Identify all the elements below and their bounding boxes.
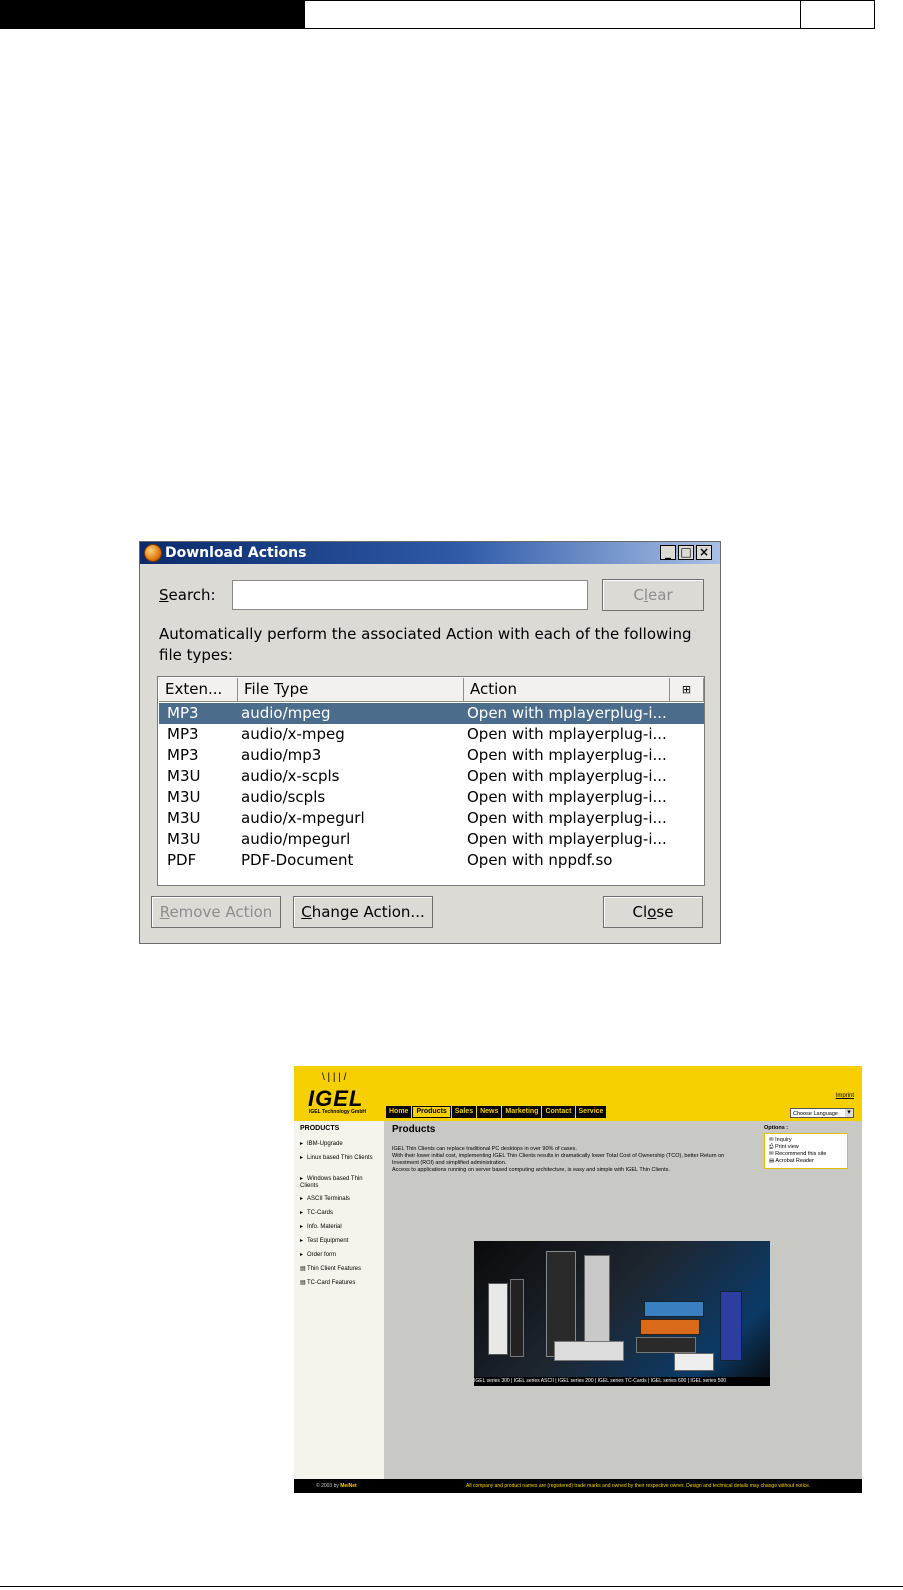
- igel-logo[interactable]: \ | | | / IGEL IGEL Technology GmbH: [308, 1072, 372, 1116]
- file-types-list[interactable]: Exten... File Type Action ⊞ MP3 audio/mp…: [157, 676, 705, 886]
- nav-marketing[interactable]: Marketing: [502, 1106, 542, 1118]
- sidebar-item-info-material[interactable]: ▸ Info. Material: [300, 1224, 380, 1231]
- intro-text: IGEL Thin Clients can replace traditiona…: [392, 1146, 725, 1173]
- minimize-button[interactable]: _: [660, 545, 676, 560]
- sidebar-item-ascii-terminals[interactable]: ▸ ASCII Terminals: [300, 1196, 380, 1203]
- search-label: Search:: [159, 586, 216, 604]
- nav-news[interactable]: News: [477, 1106, 502, 1118]
- header-box: [305, 0, 875, 29]
- sidebar-item-ibm-upgrade[interactable]: ▸ IBM-Upgrade: [300, 1141, 380, 1148]
- description-text: Automatically perform the associated Act…: [159, 625, 692, 664]
- website-nav: Home Products Sales News Marketing Conta…: [386, 1106, 607, 1118]
- thin-client-device: [644, 1301, 704, 1317]
- header-black-block: [0, 0, 305, 29]
- page-header: [0, 0, 876, 29]
- thin-client-device: [554, 1341, 624, 1361]
- sidebar-item-windows-thin-clients[interactable]: ▸ Windows based Thin Clients: [300, 1176, 380, 1190]
- sidebar-item-test-equipment[interactable]: ▸ Test Equipment: [300, 1238, 380, 1245]
- column-header-extension[interactable]: Exten...: [159, 678, 238, 702]
- download-actions-dialog: Download Actions _ □ × Search: Clear Aut…: [139, 541, 721, 944]
- page-footer-line: [0, 1586, 903, 1587]
- table-row[interactable]: M3U audio/x-mpegurl Open with mplayerplu…: [159, 808, 704, 829]
- column-header-file-type[interactable]: File Type: [238, 678, 464, 702]
- product-photo: IGEL series 300 | IGEL series ASCII | IG…: [474, 1241, 770, 1386]
- thin-client-device: [720, 1291, 742, 1361]
- photo-captions: IGEL series 300 | IGEL series ASCII | IG…: [474, 1377, 770, 1386]
- page-title: Products: [392, 1124, 436, 1135]
- nav-service[interactable]: Service: [575, 1106, 607, 1118]
- igel-website-screenshot: \ | | | / IGEL IGEL Technology GmbH Home…: [294, 1066, 862, 1493]
- nav-contact[interactable]: Contact: [542, 1106, 575, 1118]
- nav-sales[interactable]: Sales: [451, 1106, 477, 1118]
- header-separator: [800, 0, 801, 29]
- clear-button[interactable]: Clear: [602, 579, 704, 611]
- imprint-link[interactable]: Imprint: [836, 1093, 854, 1099]
- table-row[interactable]: M3U audio/scpls Open with mplayerplug-i.…: [159, 787, 704, 808]
- options-panel: Options : ✉ Inquiry ⎙ Print view ✉ Recom…: [764, 1125, 848, 1169]
- nav-home[interactable]: Home: [386, 1106, 412, 1118]
- thin-client-device: [488, 1283, 508, 1355]
- table-row[interactable]: MP3 audio/x-mpeg Open with mplayerplug-i…: [159, 724, 704, 745]
- table-row[interactable]: MP3 audio/mpeg Open with mplayerplug-i..…: [159, 703, 704, 724]
- thin-client-device: [674, 1353, 714, 1371]
- search-input[interactable]: [232, 580, 588, 610]
- website-sidebar: PRODUCTS ▸ IBM-Upgrade ▸ Linux based Thin …: [294, 1121, 384, 1479]
- thin-client-device: [640, 1319, 700, 1335]
- option-acrobat-reader[interactable]: ▤ Acrobat Reader: [769, 1158, 843, 1165]
- dialog-title: Download Actions: [165, 545, 307, 561]
- option-recommend[interactable]: ✉ Recommend this site: [769, 1151, 843, 1158]
- thin-client-device: [584, 1255, 610, 1355]
- option-inquiry[interactable]: ✉ Inquiry: [769, 1137, 843, 1144]
- sidebar-item-tc-card-features[interactable]: ▤TC-Card Features: [300, 1280, 380, 1287]
- table-row[interactable]: MP3 audio/mp3 Open with mplayerplug-i...: [159, 745, 704, 766]
- website-header: \ | | | / IGEL IGEL Technology GmbH Home…: [294, 1066, 862, 1121]
- thin-client-device: [636, 1337, 696, 1353]
- website-footer: © 2003 by MeiNet All company and product…: [294, 1479, 862, 1493]
- close-window-button[interactable]: ×: [696, 545, 712, 560]
- maximize-button[interactable]: □: [678, 545, 694, 560]
- dialog-titlebar[interactable]: Download Actions _ □ ×: [140, 542, 720, 564]
- close-button[interactable]: Close: [603, 896, 703, 928]
- table-row[interactable]: PDF PDF-Document Open with nppdf.so: [159, 850, 704, 871]
- sidebar-item-tc-cards[interactable]: ▸ TC-Cards: [300, 1210, 380, 1217]
- option-print-view[interactable]: ⎙ Print view: [769, 1144, 843, 1151]
- column-picker-icon[interactable]: ⊞: [670, 678, 704, 702]
- change-action-button[interactable]: Change Action...: [293, 896, 433, 928]
- language-select[interactable]: Choose Language: [790, 1108, 854, 1118]
- remove-action-button[interactable]: Remove Action: [151, 896, 281, 928]
- sidebar-item-order-form[interactable]: ▸ Order form: [300, 1252, 380, 1259]
- table-row[interactable]: M3U audio/mpegurl Open with mplayerplug-…: [159, 829, 704, 850]
- nav-products[interactable]: Products: [412, 1106, 451, 1118]
- thin-client-device: [510, 1279, 524, 1357]
- sidebar-item-linux-thin-clients[interactable]: ▸ Linux based Thin Clients: [300, 1155, 380, 1162]
- firefox-icon: [144, 544, 162, 562]
- table-row[interactable]: M3U audio/x-scpls Open with mplayerplug-…: [159, 766, 704, 787]
- sidebar-item-thin-client-features[interactable]: ▤Thin Client Features: [300, 1266, 380, 1273]
- column-header-action[interactable]: Action: [464, 678, 670, 702]
- sidebar-title: PRODUCTS: [300, 1125, 340, 1132]
